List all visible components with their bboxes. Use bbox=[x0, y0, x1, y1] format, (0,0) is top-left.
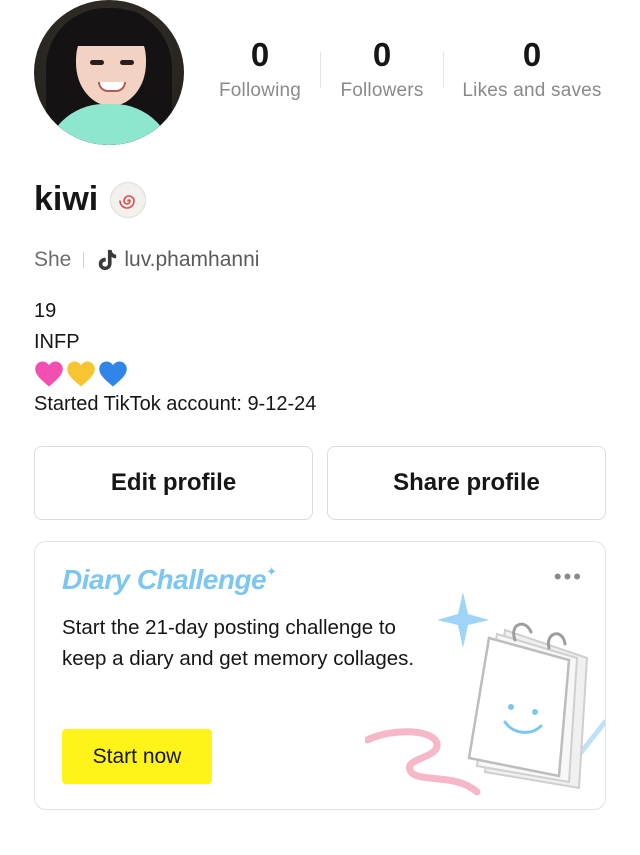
edit-profile-button[interactable]: Edit profile bbox=[34, 446, 313, 520]
profile-name: kiwi bbox=[34, 180, 99, 218]
bio: 19 INFP Started TikTok account: 9-12-24 bbox=[34, 296, 316, 420]
following-label: Following bbox=[218, 80, 302, 101]
name-row: kiwi bbox=[34, 180, 147, 219]
bio-hearts bbox=[34, 358, 316, 389]
followers-count: 0 bbox=[372, 36, 392, 73]
card-title-text: Diary Challenge bbox=[62, 564, 267, 595]
profile-stats: 0 Following 0 Followers 0 Likes and save… bbox=[200, 34, 620, 114]
stat-likes[interactable]: 0 Likes and saves bbox=[444, 34, 620, 114]
tiktok-handle-link[interactable]: luv.phamhanni bbox=[124, 248, 259, 272]
yellow-heart-icon bbox=[67, 361, 95, 386]
bio-started: Started TikTok account: 9-12-24 bbox=[34, 393, 317, 415]
followers-label: Followers bbox=[340, 80, 424, 101]
pink-heart-icon bbox=[35, 361, 63, 386]
sparkle-icon: ✦ bbox=[266, 564, 277, 579]
swirl-badge-icon[interactable] bbox=[110, 181, 147, 218]
profile-page: 0 Following 0 Followers 0 Likes and save… bbox=[0, 0, 640, 855]
likes-count: 0 bbox=[522, 36, 542, 73]
meta-divider bbox=[83, 252, 85, 268]
likes-label: Likes and saves bbox=[462, 80, 602, 101]
bio-mbti: INFP bbox=[34, 331, 80, 353]
tiktok-icon bbox=[99, 249, 117, 271]
bio-age: 19 bbox=[34, 300, 57, 322]
card-title: Diary Challenge✦ bbox=[62, 564, 277, 596]
following-count: 0 bbox=[250, 36, 270, 73]
share-profile-button[interactable]: Share profile bbox=[327, 446, 606, 520]
stat-following[interactable]: 0 Following bbox=[200, 34, 320, 114]
avatar[interactable] bbox=[34, 0, 184, 145]
diary-challenge-card[interactable]: Diary Challenge✦ ••• Start the 21-day po… bbox=[34, 541, 606, 810]
start-now-button[interactable]: Start now bbox=[62, 729, 212, 784]
pronoun: She bbox=[34, 248, 72, 271]
blue-heart-icon bbox=[99, 361, 127, 386]
stat-followers[interactable]: 0 Followers bbox=[321, 34, 443, 114]
diary-calendar-icon bbox=[365, 592, 605, 796]
meta-row: She luv.phamhanni bbox=[34, 248, 259, 272]
